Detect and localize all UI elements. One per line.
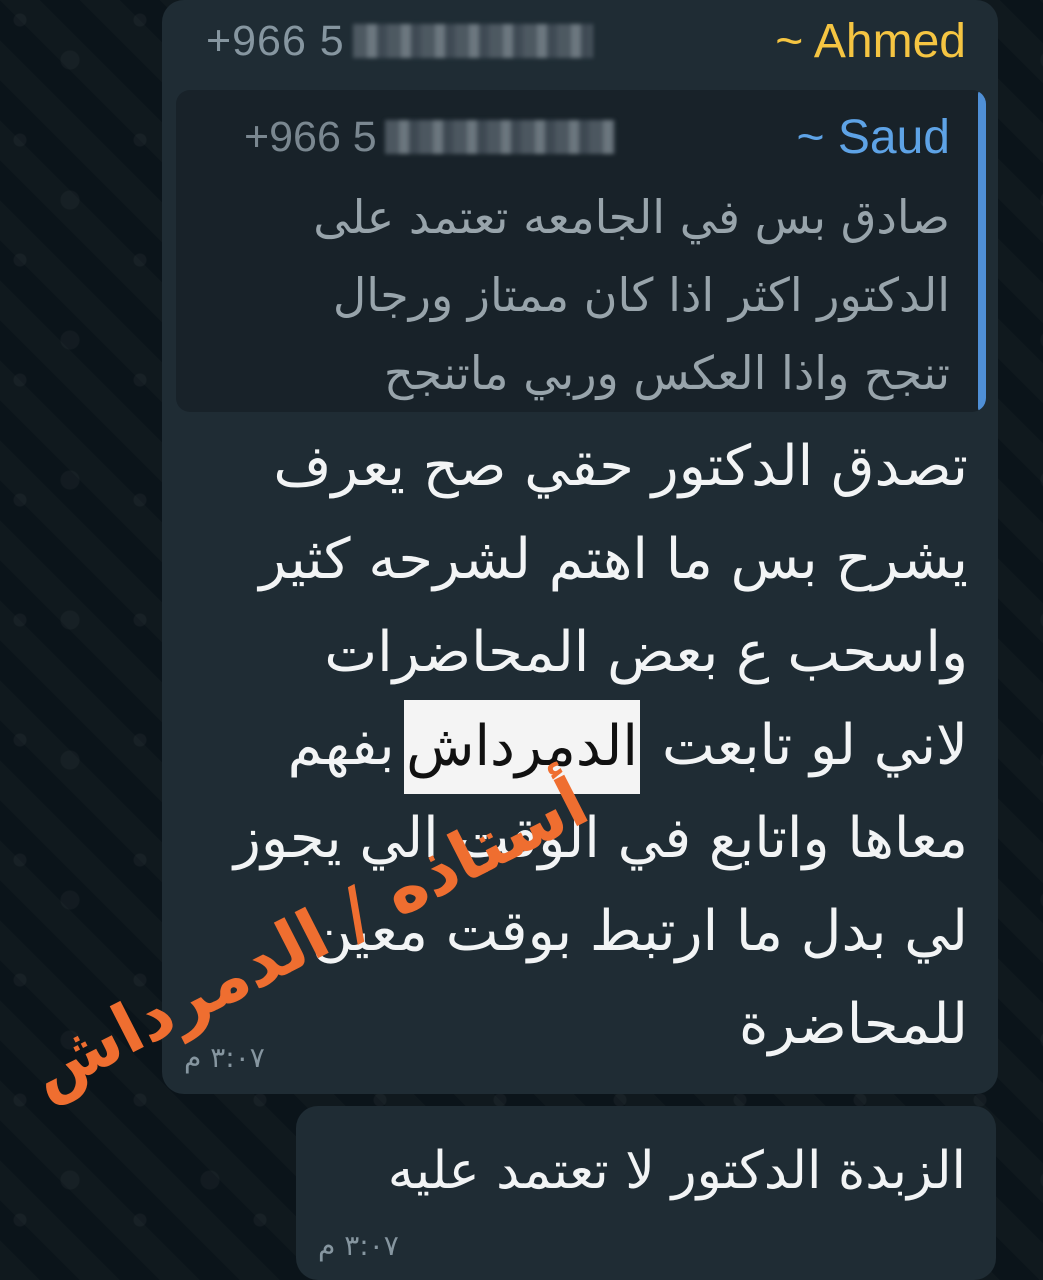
message-text: الزبدة الدكتور لا تعتمد عليه — [387, 1141, 966, 1201]
sender-row: +966 5 ~ Ahmed — [206, 10, 966, 72]
quote-phone-text: +966 5 — [244, 112, 377, 161]
sender-phone-text: +966 5 — [206, 16, 345, 65]
quote-phone: +966 5 — [244, 113, 615, 162]
quoted-message[interactable]: +966 5 ~ Saud صادق بس في الجامعه تعتمد ع… — [176, 90, 986, 412]
message-time: ٣:٠٧ م — [318, 1229, 399, 1262]
quoted-text: صادق بس في الجامعه تعتمد على الدكتور اكث… — [313, 190, 950, 400]
quote-accent-bar — [978, 90, 986, 412]
redacted-phone — [384, 120, 615, 154]
message-bubble[interactable]: الزبدة الدكتور لا تعتمد عليه ٣:٠٧ م — [296, 1106, 996, 1280]
sender-phone: +966 5 — [206, 17, 593, 66]
sender-name[interactable]: ~ Ahmed — [775, 14, 966, 69]
redacted-phone — [352, 24, 593, 58]
quote-header: +966 5 ~ Saud — [244, 108, 950, 166]
quote-sender-name: ~ Saud — [796, 110, 950, 164]
